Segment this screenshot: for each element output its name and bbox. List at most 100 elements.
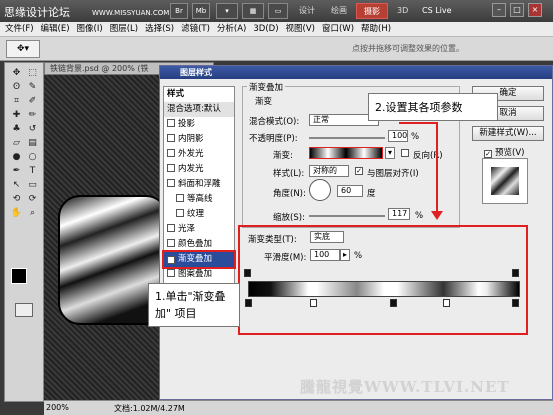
checked-checkbox-icon[interactable]: ✓	[167, 256, 175, 264]
close-icon[interactable]: ×	[528, 3, 542, 17]
styles-header[interactable]: 样式	[164, 87, 234, 102]
style-item-color-overlay[interactable]: 颜色叠加	[164, 237, 234, 252]
smoothness-arrow-icon[interactable]: ▸	[340, 249, 350, 261]
menu-view[interactable]: 视图(V)	[286, 22, 315, 36]
style-item-contour[interactable]: 等高线	[164, 192, 234, 207]
gradient-dropdown-icon[interactable]: ▾	[385, 147, 395, 159]
move-tool-icon[interactable]: ✥	[10, 67, 23, 79]
lasso-tool-icon[interactable]: ʘ	[10, 81, 23, 93]
annotation-arrow-line	[399, 122, 438, 124]
scale-input[interactable]: 117	[388, 208, 410, 220]
foreground-color-swatch[interactable]	[11, 268, 27, 284]
hand-tool-icon[interactable]: ✋	[10, 207, 23, 219]
checkbox-icon[interactable]	[176, 194, 184, 202]
style-item-texture[interactable]: 纹理	[164, 207, 234, 222]
quick-mask-icon[interactable]	[15, 303, 33, 317]
align-checkbox[interactable]: ✓	[355, 167, 363, 175]
menu-analysis[interactable]: 分析(A)	[217, 22, 246, 36]
crop-tool-icon[interactable]: ⌗	[10, 95, 23, 107]
checkbox-icon[interactable]	[167, 179, 175, 187]
menu-layer[interactable]: 图层(L)	[110, 22, 138, 36]
bridge-icon[interactable]: Br	[170, 3, 188, 19]
menu-3d[interactable]: 3D(D)	[253, 22, 278, 36]
dodge-tool-icon[interactable]: ○	[26, 151, 39, 163]
opacity-stop-left-icon[interactable]	[244, 269, 251, 277]
eyedropper-icon[interactable]: ✐	[26, 95, 39, 107]
style-item-gradient-overlay[interactable]: ✓ 渐变叠加	[162, 250, 236, 269]
angle-dial-icon[interactable]	[309, 179, 331, 201]
workspace-design[interactable]: 设计	[292, 3, 322, 19]
opacity-stop-right-icon[interactable]	[512, 269, 519, 277]
eraser-icon[interactable]: ▱	[10, 137, 23, 149]
style-item-satin[interactable]: 光泽	[164, 222, 234, 237]
minibridge-icon[interactable]: Mb	[192, 3, 210, 19]
preview-checkbox[interactable]: ✓	[484, 150, 492, 158]
reverse-checkbox[interactable]	[401, 149, 409, 157]
blur-tool-icon[interactable]: ●	[10, 151, 23, 163]
workspace-painting[interactable]: 绘画	[324, 3, 354, 19]
3d-rotate-icon[interactable]: ⟲	[10, 193, 23, 205]
zoom-level-icon[interactable]: ▾	[216, 3, 238, 19]
menu-window[interactable]: 窗口(W)	[322, 22, 354, 36]
menu-select[interactable]: 选择(S)	[145, 22, 174, 36]
checkbox-icon[interactable]	[167, 239, 175, 247]
cs-live-button[interactable]: CS Live	[422, 3, 452, 19]
zoom-level[interactable]: 200%	[46, 403, 69, 412]
color-stop-icon[interactable]	[512, 299, 519, 307]
checkbox-icon[interactable]	[167, 149, 175, 157]
checkbox-icon[interactable]	[167, 269, 175, 277]
workspace-3d[interactable]: 3D	[390, 3, 415, 19]
arrange-icon[interactable]: ▦	[242, 3, 264, 19]
checkbox-icon[interactable]	[167, 134, 175, 142]
screen-mode-icon[interactable]: ▭	[268, 3, 288, 19]
style-item-inner-glow[interactable]: 内发光	[164, 162, 234, 177]
minimize-icon[interactable]: –	[492, 3, 506, 17]
opacity-input[interactable]: 100	[388, 130, 408, 142]
scale-slider[interactable]	[309, 215, 385, 217]
quick-select-icon[interactable]: ✎	[26, 81, 39, 93]
style-item-bevel-emboss[interactable]: 斜面和浮雕	[164, 177, 234, 192]
style-item-drop-shadow[interactable]: 投影	[164, 117, 234, 132]
style-item-inner-shadow[interactable]: 内阴影	[164, 132, 234, 147]
menu-help[interactable]: 帮助(H)	[361, 22, 391, 36]
angle-input[interactable]: 60	[337, 185, 363, 197]
checkbox-icon[interactable]	[167, 224, 175, 232]
healing-brush-icon[interactable]: ✚	[10, 109, 23, 121]
path-select-icon[interactable]: ↖	[10, 179, 23, 191]
opacity-slider[interactable]	[309, 137, 385, 139]
checkbox-icon[interactable]	[167, 164, 175, 172]
gradient-bar[interactable]	[248, 281, 520, 297]
pen-tool-icon[interactable]: ✒	[10, 165, 23, 177]
move-tool-preset-button[interactable]: ✥▾	[6, 40, 40, 58]
style-item-outer-glow[interactable]: 外发光	[164, 147, 234, 162]
type-tool-icon[interactable]: T	[26, 165, 39, 177]
gradient-tool-icon[interactable]: ▤	[26, 137, 39, 149]
shape-tool-icon[interactable]: ▭	[26, 179, 39, 191]
style-select[interactable]: 对称的	[309, 165, 349, 177]
style-item-pattern-overlay[interactable]: 图案叠加	[164, 267, 234, 282]
menu-edit[interactable]: 编辑(E)	[41, 22, 70, 36]
blend-options-item[interactable]: 混合选项:默认	[164, 102, 234, 117]
new-style-button[interactable]: 新建样式(W)...	[472, 126, 544, 141]
preview-toggle[interactable]: ✓ 预览(V)	[484, 146, 552, 158]
zoom-tool-icon[interactable]: ⌕	[26, 207, 39, 219]
color-stop-icon[interactable]	[310, 299, 317, 307]
smoothness-input[interactable]: 100	[310, 249, 340, 261]
menu-filter[interactable]: 滤镜(T)	[181, 22, 210, 36]
marquee-tool-icon[interactable]: ⬚	[26, 67, 39, 79]
history-brush-icon[interactable]: ↺	[26, 123, 39, 135]
3d-orbit-icon[interactable]: ⟳	[26, 193, 39, 205]
color-stop-icon[interactable]	[390, 299, 397, 307]
color-stop-icon[interactable]	[443, 299, 450, 307]
menu-file[interactable]: 文件(F)	[5, 22, 34, 36]
brush-tool-icon[interactable]: ✏	[26, 109, 39, 121]
restore-icon[interactable]: □	[510, 3, 524, 17]
gradient-type-select[interactable]: 实底	[310, 231, 344, 243]
menu-image[interactable]: 图像(I)	[77, 22, 103, 36]
color-stop-icon[interactable]	[245, 299, 252, 307]
clone-stamp-icon[interactable]: ♣	[10, 123, 23, 135]
gradient-picker[interactable]	[309, 147, 383, 159]
checkbox-icon[interactable]	[167, 119, 175, 127]
workspace-photography[interactable]: 摄影	[356, 3, 388, 19]
checkbox-icon[interactable]	[176, 209, 184, 217]
